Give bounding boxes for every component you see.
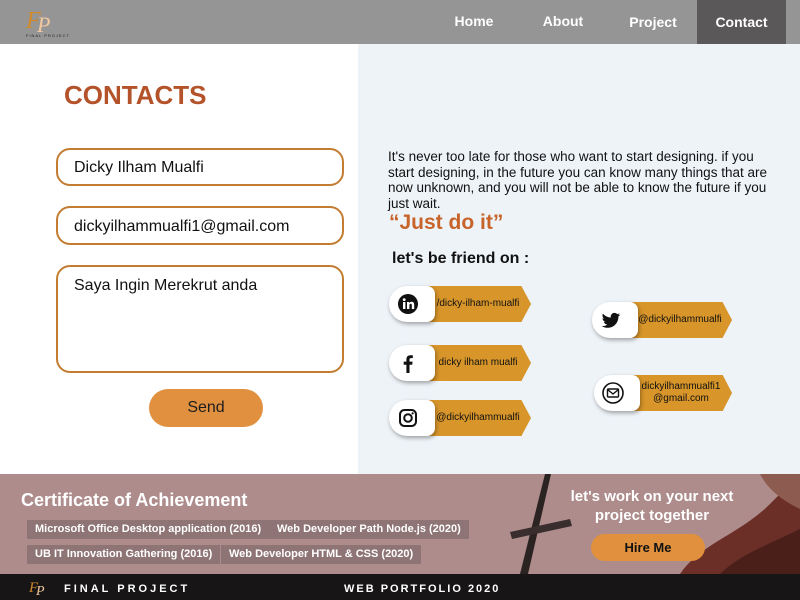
social-instagram[interactable]: @dickyilhammualfi <box>389 400 531 436</box>
nav-about[interactable]: About <box>533 0 593 44</box>
social-linkedin[interactable]: /dicky-ilham-mualfi <box>389 286 531 322</box>
cta-line1: let's work on your next <box>570 488 734 505</box>
social-gmail[interactable]: dickyilhammualfi1 @gmail.com <box>594 375 732 411</box>
quote-text: “Just do it” <box>389 211 504 234</box>
svg-text:P: P <box>35 584 45 598</box>
top-navbar: F P FINAL PROJECT Home About Project Con… <box>0 0 800 44</box>
nav-project[interactable]: Project <box>620 1 686 45</box>
logo-caption: FINAL PROJECT <box>26 33 70 38</box>
gmail-icon <box>602 382 624 404</box>
instagram-icon <box>399 409 417 427</box>
intro-paragraph: It's never too late for those who want t… <box>388 149 767 211</box>
email-field[interactable]: dickyilhammualfi1@gmail.com <box>56 206 344 245</box>
twitter-icon <box>601 312 621 328</box>
name-field[interactable]: Dicky Ilham Mualfi <box>56 148 344 186</box>
certificate-chip: Web Developer Path Node.js (2020) <box>269 520 469 539</box>
gmail-label-line1: dickyilhammualfi1 <box>641 381 721 392</box>
certificate-chip: Web Developer HTML & CSS (2020) <box>221 545 422 564</box>
facebook-icon <box>403 355 413 373</box>
friend-heading: let's be friend on : <box>392 250 530 267</box>
footer-title: FINAL PROJECT <box>64 583 191 595</box>
cta-text: let's work on your next project together <box>552 487 752 525</box>
nav-home[interactable]: Home <box>444 0 504 44</box>
nav-contact-active[interactable]: Contact <box>697 0 786 44</box>
send-button[interactable]: Send <box>149 389 263 427</box>
certificate-chip: UB IT Innovation Gathering (2016) <box>27 545 221 564</box>
social-facebook[interactable]: dicky ilham mualfi <box>389 345 531 381</box>
footer-logo: F P <box>28 580 45 598</box>
message-field[interactable]: Saya Ingin Merekrut anda <box>56 265 344 373</box>
linkedin-icon <box>398 294 418 314</box>
social-twitter[interactable]: @dickyilhammualfi <box>592 302 732 338</box>
certificate-chip: Microsoft Office Desktop application (20… <box>27 520 270 539</box>
cta-line2: project together <box>594 507 710 524</box>
footer-subtitle: WEB PORTFOLIO 2020 <box>344 583 501 595</box>
contacts-title: CONTACTS <box>64 80 207 110</box>
certificate-title: Certificate of Achievement <box>21 490 248 510</box>
gmail-label-line2: @gmail.com <box>653 393 709 404</box>
hire-me-button[interactable]: Hire Me <box>591 534 705 561</box>
